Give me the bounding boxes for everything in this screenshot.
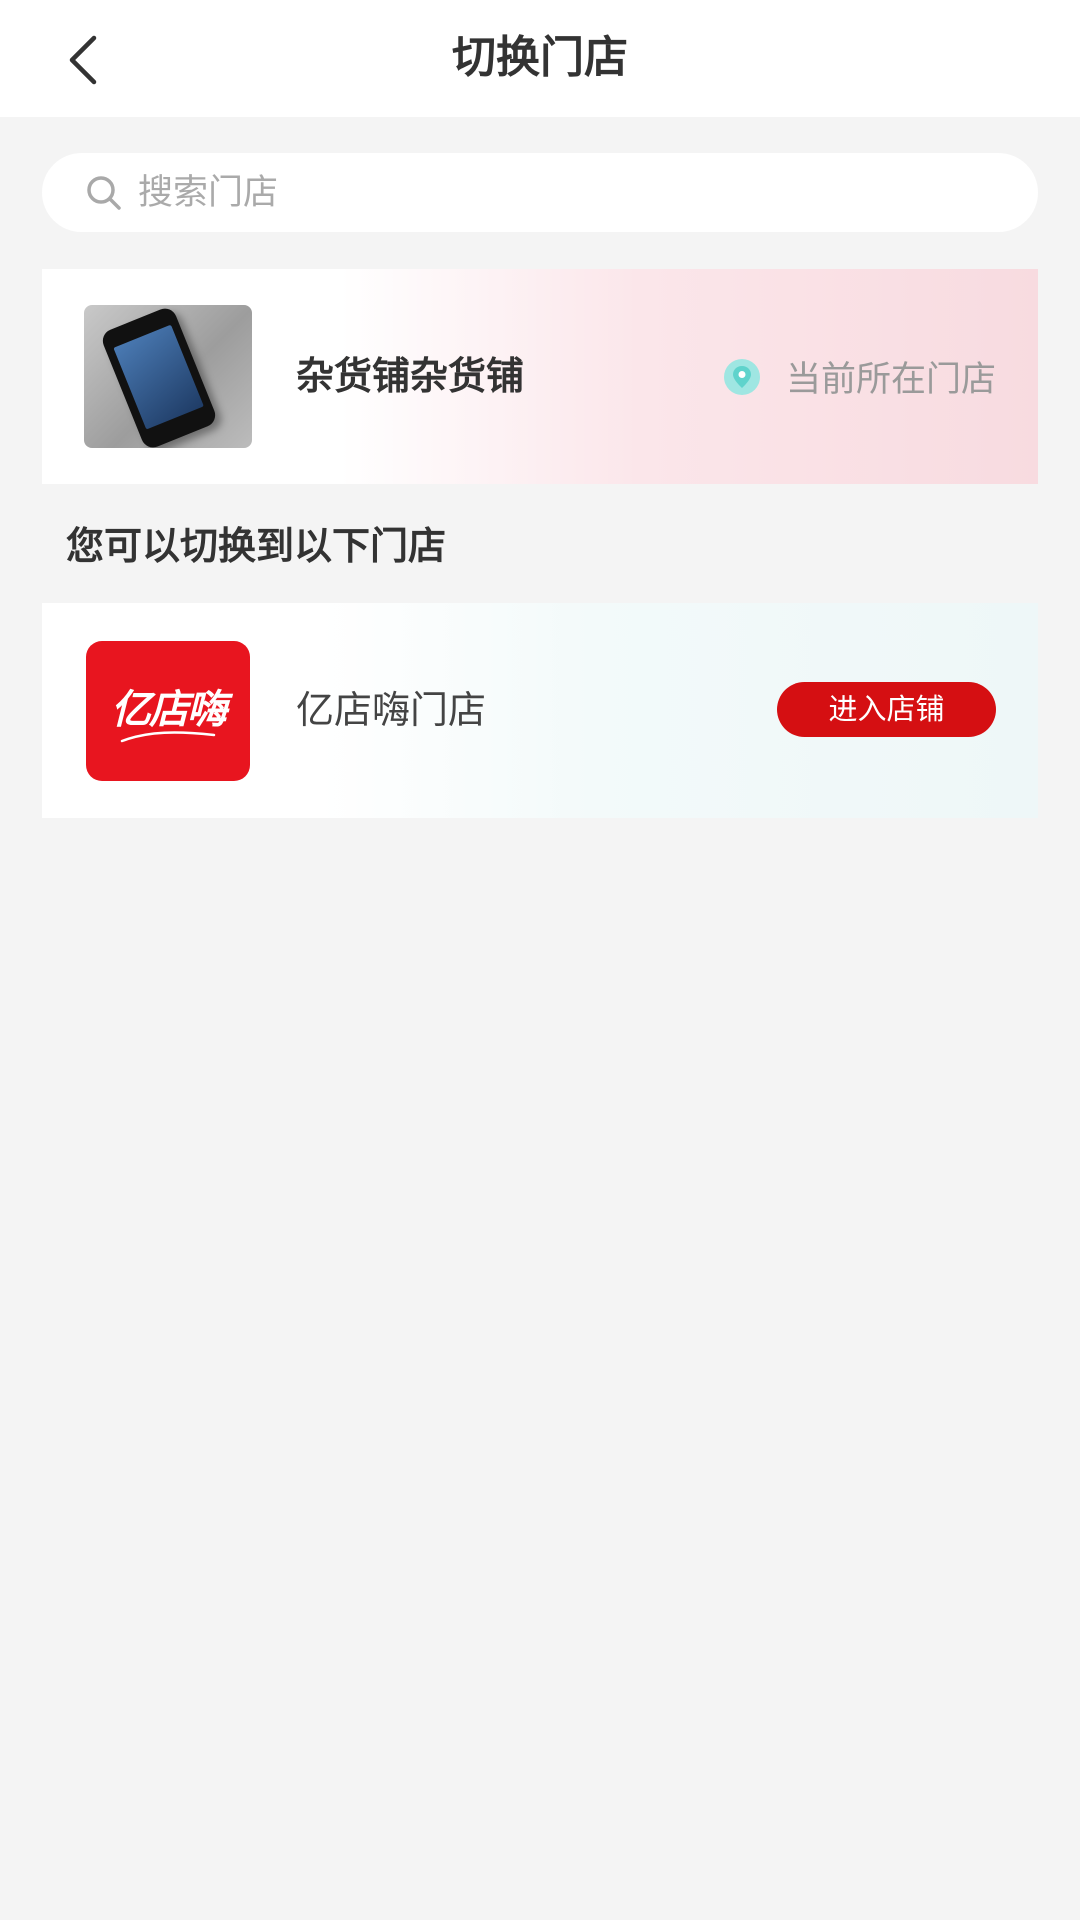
navigation-bar: 切换门店 (0, 0, 1080, 117)
page-title: 切换门店 (452, 32, 628, 83)
section-title: 您可以切换到以下门店 (66, 524, 447, 568)
current-store-tag: 当前所在门店 (723, 269, 996, 484)
store-logo: 亿店嗨 (86, 641, 250, 781)
store-name: 亿店嗨门店 (296, 688, 487, 732)
current-store-name: 杂货铺杂货铺 (296, 354, 525, 398)
location-pin-icon (723, 358, 760, 395)
store-logo-text: 亿店嗨 (111, 686, 227, 733)
search-bar[interactable] (42, 153, 1038, 232)
search-input[interactable] (138, 162, 998, 223)
enter-store-button[interactable]: 进入店铺 (777, 682, 996, 737)
logo-swoosh-icon (120, 731, 216, 743)
current-store-label: 当前所在门店 (785, 360, 996, 400)
current-store-card: 杂货铺杂货铺 当前所在门店 (42, 269, 1038, 484)
search-icon (84, 173, 124, 213)
phone-photo (99, 305, 219, 448)
store-thumbnail (84, 305, 252, 448)
